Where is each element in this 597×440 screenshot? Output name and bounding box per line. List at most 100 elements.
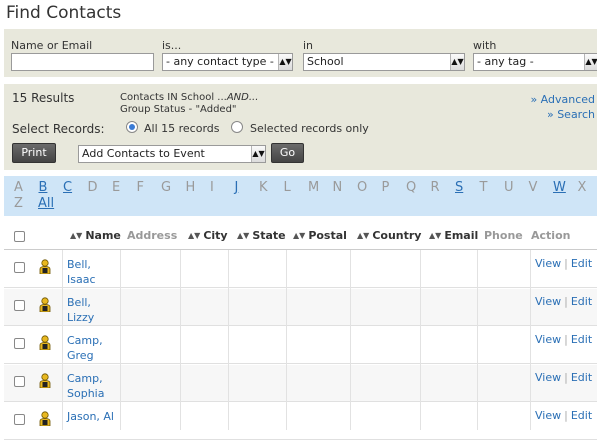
row-actions: View | Edit [535,409,593,422]
with-label: with [473,39,497,52]
criteria-and: AND... [226,92,259,103]
contact-type-select[interactable]: - any contact type - ▲▼ [162,53,293,71]
alpha-letter-all[interactable]: All [38,196,54,211]
column-header-country[interactable]: ▲▼ Country [357,229,421,242]
contact-name-link[interactable]: Bell, Isaac [67,257,96,287]
column-header-address: Address [127,229,178,242]
column-header-state[interactable]: ▲▼ State [237,229,286,242]
alpha-letter-u: U [504,180,514,195]
alpha-letter-w[interactable]: W [553,180,566,195]
row-actions: View | Edit [535,371,593,384]
alpha-letter-e: E [112,180,121,195]
view-link[interactable]: View [535,257,561,270]
row-checkbox[interactable] [14,262,25,273]
column-header-name[interactable]: ▲▼ Name [70,229,121,242]
edit-link[interactable]: Edit [571,371,592,384]
page-title: Find Contacts [6,3,122,23]
person-icon [39,259,51,274]
name-email-input[interactable] [11,53,154,71]
alpha-letter-a: A [14,180,23,195]
person-icon [39,297,51,312]
action-select[interactable]: Add Contacts to Event ▲▼ [78,145,266,163]
contact-name-link[interactable]: Bell, Lizzy [67,295,94,325]
edit-link[interactable]: Edit [571,257,592,270]
print-button[interactable]: Print [12,143,56,163]
select-arrow-icon: ▲▼ [251,146,265,162]
alpha-letter-d: D [87,180,98,195]
alpha-letter-r: R [430,180,440,195]
edit-link[interactable]: Edit [571,333,592,346]
alpha-letter-p: P [381,180,390,195]
tag-value: - any tag - [477,55,534,68]
search-panel: Name or Email is... - any contact type -… [4,29,597,77]
alpha-letter-c[interactable]: C [63,180,72,195]
name-email-label: Name or Email [11,39,93,52]
alpha-letter-t: T [479,180,488,195]
sort-icon: ▲▼ [357,231,370,240]
advanced-search-links: » Advanced » Search [530,92,595,122]
row-actions: View | Edit [535,257,593,270]
alpha-letter-f: F [136,180,144,195]
go-button[interactable]: Go [271,143,304,163]
advanced-link[interactable]: » Advanced [530,93,595,106]
select-records-label: Select Records: [12,122,105,136]
sort-icon: ▲▼ [293,231,306,240]
in-label: in [303,39,314,52]
column-header-phone: Phone [484,229,523,242]
column-header-city[interactable]: ▲▼ City [188,229,228,242]
alpha-letter-g: G [161,180,172,195]
alpha-letter-h: H [185,180,196,195]
column-header-action: Action [531,229,571,242]
select-arrow-icon: ▲▼ [450,54,464,70]
select-arrow-icon: ▲▼ [278,54,292,70]
alpha-letter-m: M [308,180,320,195]
contact-name-link[interactable]: Camp, Greg [67,333,103,363]
column-header-email[interactable]: ▲▼ Email [429,229,478,242]
criteria-line-1: Contacts IN School ... [120,92,227,103]
alpha-letter-z: Z [14,196,23,211]
tag-select[interactable]: - any tag - ▲▼ [473,53,597,71]
alpha-letter-n: N [332,180,343,195]
alpha-letter-o: O [357,180,368,195]
alpha-letter-q: Q [406,180,417,195]
view-link[interactable]: View [535,295,561,308]
edit-link[interactable]: Edit [571,409,592,422]
selected-records-radio[interactable] [231,121,243,133]
alpha-letter-i: I [210,180,214,195]
criteria-line-2: Group Status - "Added" [120,104,237,115]
row-checkbox[interactable] [14,414,25,425]
search-link[interactable]: » Search [547,108,595,121]
table-row: Camp, Greg View | Edit [4,327,597,364]
is-label: is... [162,39,182,52]
contact-name-link[interactable]: Camp, Sophia [67,371,104,401]
row-checkbox[interactable] [14,338,25,349]
results-count: 15 Results [12,91,75,105]
table-row: Camp, Sophia View | Edit [4,365,597,402]
view-link[interactable]: View [535,333,561,346]
all-records-radio[interactable] [126,121,138,133]
column-header-postal[interactable]: ▲▼ Postal [293,229,347,242]
edit-link[interactable]: Edit [571,295,592,308]
selected-records-label: Selected records only [250,122,369,135]
alpha-letter-b[interactable]: B [39,180,48,195]
table-header: ▲▼ Name Address ▲▼ City ▲▼ State ▲▼ Postal ▲… [4,222,597,250]
in-value: School [307,55,344,68]
row-checkbox[interactable] [14,300,25,311]
view-link[interactable]: View [535,409,561,422]
table-row: Bell, Lizzy View | Edit [4,289,597,326]
row-checkbox[interactable] [14,376,25,387]
select-all-checkbox[interactable] [14,231,25,242]
view-link[interactable]: View [535,371,561,384]
alpha-letter-l: L [283,180,291,195]
in-select[interactable]: School ▲▼ [303,53,465,71]
contact-type-value: - any contact type - [166,55,274,68]
search-criteria: Contacts IN School ...AND... Group Statu… [120,92,258,116]
alpha-letter-j[interactable]: J [235,180,239,195]
select-arrow-icon: ▲▼ [584,54,597,70]
alpha-letter-s[interactable]: S [455,180,463,195]
action-select-value: Add Contacts to Event [82,147,205,160]
alphabet-filter-bar: A B C D E F G H I J K L M N O P Q R S T U V W X Z All [4,176,597,216]
contact-name-link[interactable]: Jason, Al [67,409,114,424]
person-icon [39,373,51,388]
results-panel: 15 Results Contacts IN School ...AND... … [4,84,597,170]
